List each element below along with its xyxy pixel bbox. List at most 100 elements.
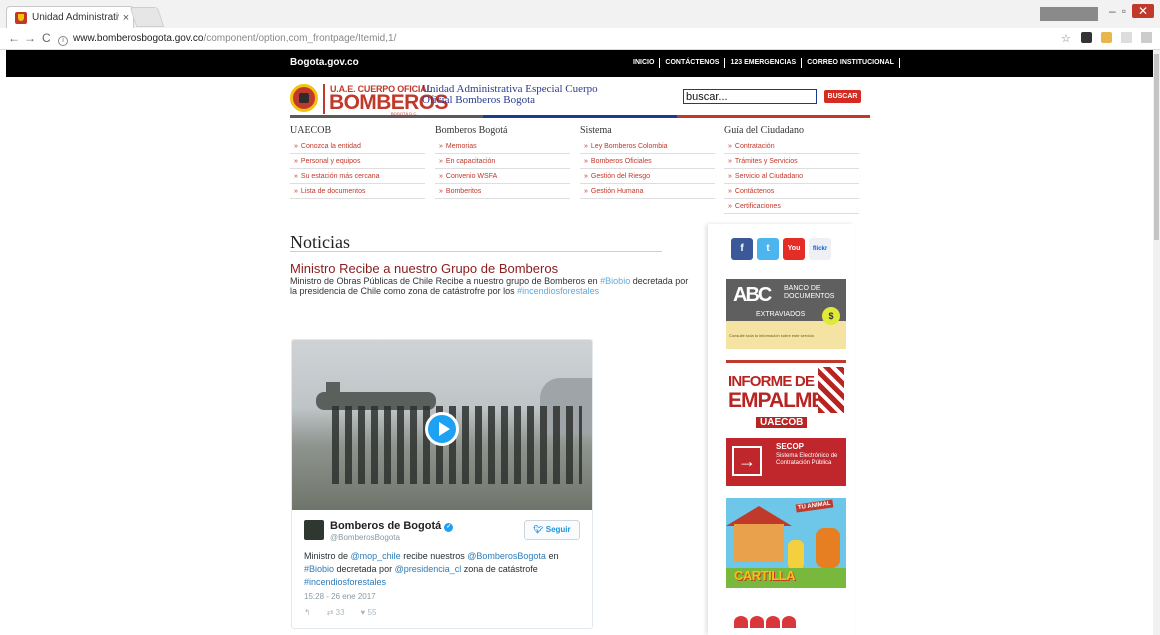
exit-arrow-icon <box>732 446 762 476</box>
reload-button[interactable]: C <box>42 31 51 45</box>
banner-banco-documentos[interactable]: ABC BANCO DE DOCUMENTOS EXTRAVIADOS $ Co… <box>726 279 846 349</box>
top-nav-inicio[interactable]: INICIO <box>628 58 661 68</box>
url-field[interactable]: i www.bomberosbogota.gov.co/component/opt… <box>58 30 1058 47</box>
org-name: Unidad Administrativa Especial Cuerpo Of… <box>422 83 598 106</box>
banner-cartilla[interactable]: TU ANIMAL CARTILLA <box>726 498 846 588</box>
menu-item[interactable]: Lista de documentos <box>290 184 425 199</box>
coin-icon: $ <box>822 307 840 325</box>
cartilla-sign: TU ANIMAL <box>795 499 834 513</box>
menu-item[interactable]: Bomberitos <box>435 184 570 199</box>
menu-item[interactable]: Trámites y Servicios <box>724 154 859 169</box>
menu-item[interactable]: Conozca la entidad <box>290 139 425 154</box>
verified-icon: ✓ <box>444 523 454 532</box>
banner-figures[interactable] <box>734 608 804 632</box>
empalme-line2: EMPALME <box>728 389 825 412</box>
scrollbar-thumb[interactable] <box>1154 54 1159 240</box>
bomberos-shield-icon[interactable] <box>290 84 318 112</box>
restore-button[interactable]: ▫ <box>1122 4 1126 18</box>
tweet-video[interactable] <box>292 340 592 510</box>
address-bar: ← → C i www.bomberosbogota.gov.co/compone… <box>0 28 1160 50</box>
twitter-bird-icon: 🐦︎ <box>533 525 546 534</box>
menu-item[interactable]: En capacitación <box>435 154 570 169</box>
extension-mail-icon[interactable] <box>1081 32 1092 43</box>
follow-button[interactable]: 🐦︎ Seguir <box>524 520 580 540</box>
top-nav-contactenos[interactable]: CONTÁCTENOS <box>660 58 726 68</box>
empalme-line3: UAECOB <box>756 417 808 428</box>
news-divider <box>290 251 662 252</box>
news-section-title: Noticias <box>290 232 350 252</box>
youtube-icon[interactable]: You Tube <box>783 238 805 274</box>
menu-column-sistema: Sistema Ley Bomberos Colombia Bomberos O… <box>580 125 715 199</box>
browser-tab[interactable]: Unidad Administrativa E × <box>6 6 134 28</box>
mention-link[interactable]: @presidencia_cl <box>395 564 462 574</box>
roof-shape <box>726 506 792 526</box>
menu-item[interactable]: Personal y equipos <box>290 154 425 169</box>
menu-item[interactable]: Certificaciones <box>724 199 859 214</box>
search-button[interactable]: BUSCAR <box>824 90 861 103</box>
top-nav-correo[interactable]: CORREO INSTITUCIONAL <box>802 58 900 68</box>
new-tab-button[interactable] <box>129 7 165 27</box>
favicon-icon <box>15 11 27 24</box>
extension-grey-icon[interactable] <box>1141 32 1152 43</box>
menu-item[interactable]: Ley Bomberos Colombia <box>580 139 715 154</box>
banner-secop[interactable]: SECOP Sistema Electrónico de Contratació… <box>726 438 846 486</box>
forward-button[interactable]: → <box>24 31 36 45</box>
extension-grey-icon[interactable] <box>1121 32 1132 43</box>
like-count[interactable]: ♥ 55 <box>361 608 377 617</box>
minimize-button[interactable]: – <box>1109 4 1116 18</box>
twitter-icon[interactable]: t <box>757 238 779 260</box>
tweet-date[interactable]: 15:28 - 26 ene 2017 <box>304 592 376 601</box>
browser-tabbar: Unidad Administrativa E × – ▫ ✕ <box>0 0 1160 28</box>
mention-link[interactable]: @mop_chile <box>351 551 401 561</box>
abc-subtitle: EXTRAVIADOS <box>756 311 806 318</box>
mention-link[interactable]: @BomberosBogota <box>467 551 546 561</box>
menu-item[interactable]: Gestión Humana <box>580 184 715 199</box>
hashtag-link[interactable]: #incendiosforestales <box>304 577 386 587</box>
abc-letters: ABC <box>733 284 772 306</box>
menu-item[interactable]: Memorias <box>435 139 570 154</box>
hashtag-link[interactable]: #incendiosforestales <box>517 286 599 296</box>
empalme-pattern <box>818 367 844 413</box>
cartilla-label: CARTILLA <box>734 568 796 583</box>
flickr-icon[interactable]: flickr <box>809 238 831 260</box>
gov-site-link[interactable]: Bogota.gov.co <box>290 57 359 68</box>
banner-informe-empalme[interactable]: INFORME DE EMPALME UAECOB <box>726 360 846 428</box>
menu-heading: Bomberos Bogotá <box>435 125 508 136</box>
menu-item[interactable]: Servicio al Ciudadano <box>724 169 859 184</box>
tab-title: Unidad Administrativa E <box>32 12 119 23</box>
abc-footer: Consulte toda la información sobre este … <box>729 333 815 338</box>
page-scrollbar[interactable] <box>1153 50 1160 635</box>
hashtag-link[interactable]: #Biobio <box>304 564 334 574</box>
tweet-author[interactable]: Bomberos de Bogotá ✓ <box>330 520 454 532</box>
gov-topbar: Bogota.gov.co INICIO CONTÁCTENOS 123 EME… <box>6 50 1153 77</box>
facebook-icon[interactable]: f <box>731 238 753 260</box>
hashtag-link[interactable]: #Biobio <box>600 276 630 286</box>
retweet-count[interactable]: ⇄ 33 <box>327 608 345 617</box>
menu-item[interactable]: Bomberos Oficiales <box>580 154 715 169</box>
url-host: www.bomberosbogota.gov.co <box>73 33 204 44</box>
menu-item[interactable]: Gestión del Riesgo <box>580 169 715 184</box>
article-headline[interactable]: Ministro Recibe a nuestro Grupo de Bombe… <box>290 261 558 276</box>
back-button[interactable]: ← <box>8 31 20 45</box>
menu-column-bomberos: Bomberos Bogotá Memorias En capacitación… <box>435 125 570 199</box>
avatar[interactable] <box>304 520 324 540</box>
close-window-button[interactable]: ✕ <box>1132 4 1154 18</box>
menu-item[interactable]: Contáctenos <box>724 184 859 199</box>
bookmark-star-icon[interactable]: ☆ <box>1061 32 1072 45</box>
tweet-handle[interactable]: @BomberosBogota <box>330 533 400 542</box>
reply-icon[interactable]: ↰ <box>304 608 311 617</box>
menu-heading: Sistema <box>580 125 612 136</box>
menu-item[interactable]: Contratación <box>724 139 859 154</box>
extension-colored-icon[interactable] <box>1101 32 1112 43</box>
menu-item[interactable]: Convenio WSFA <box>435 169 570 184</box>
house-shape <box>734 524 784 562</box>
menu-column-guia: Guía del Ciudadano Contratación Trámites… <box>724 125 859 214</box>
window-user-badge[interactable] <box>1040 7 1098 21</box>
play-icon[interactable] <box>425 412 459 446</box>
info-icon[interactable]: i <box>58 36 68 46</box>
menu-item[interactable]: Su estación más cercana <box>290 169 425 184</box>
right-sidebar: f t You Tube flickr ABC BANCO DE DOCUMEN… <box>708 224 854 635</box>
embedded-tweet: Bomberos de Bogotá ✓ @BomberosBogota 🐦︎ S… <box>291 339 593 629</box>
search-input[interactable] <box>683 89 817 104</box>
top-nav-emergencias[interactable]: 123 EMERGENCIAS <box>725 58 803 68</box>
